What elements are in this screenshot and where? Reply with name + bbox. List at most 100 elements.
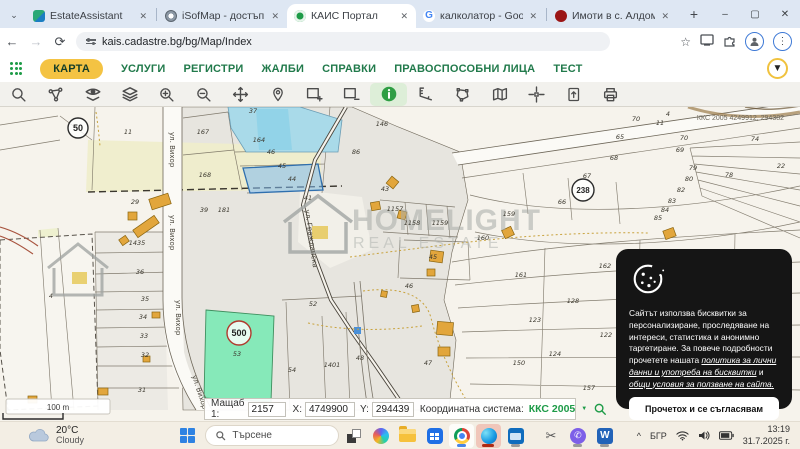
measure-length-icon[interactable] (407, 82, 444, 107)
map-search-icon[interactable] (593, 402, 607, 416)
close-window-button[interactable]: ✕ (770, 0, 800, 28)
start-button[interactable] (180, 428, 195, 443)
new-tab-button[interactable]: + (683, 3, 705, 25)
nav-karta[interactable]: КАРТА (40, 59, 103, 79)
crs-value[interactable]: ККС 2005 (529, 403, 576, 415)
battery-icon[interactable] (719, 431, 734, 440)
url-text: kais.cadastre.bg/bg/Map/Index (102, 36, 252, 48)
extensions-icon[interactable] (723, 34, 736, 50)
clock[interactable]: 13:19 31.7.2025 г. (743, 424, 790, 447)
date: 31.7.2025 г. (743, 436, 790, 447)
maximize-button[interactable]: ▢ (740, 0, 770, 28)
building (436, 321, 453, 335)
viber-button[interactable]: ✆ (565, 424, 590, 448)
file-explorer-button[interactable] (395, 424, 420, 448)
nav-registri[interactable]: РЕГИСТРИ (183, 63, 243, 75)
street-label: ул. Вихор (168, 215, 176, 251)
x-coordinate-input[interactable] (305, 402, 355, 417)
search-icon (215, 430, 226, 441)
snipping-tool-button[interactable]: ✂ (538, 424, 563, 448)
close-tab-icon[interactable]: ✕ (138, 11, 148, 22)
browser-tab-kais-active[interactable]: КАИС Портал ✕ (287, 4, 416, 28)
bookmark-star-icon[interactable]: ☆ (680, 35, 691, 49)
parcel-number: 48 (356, 354, 364, 362)
nav-test[interactable]: ТЕСТ (553, 63, 582, 75)
search-icon[interactable] (0, 82, 37, 107)
parcel-number: 160 (477, 234, 489, 242)
copilot-button[interactable] (368, 424, 393, 448)
x-label: X: (293, 404, 302, 415)
nav-spravki[interactable]: СПРАВКИ (322, 63, 376, 75)
close-tab-icon[interactable]: ✕ (270, 11, 280, 22)
map-area: HOMELIGHT REAL ESTATE 50238500 113716446… (0, 107, 800, 421)
close-tab-icon[interactable]: ✕ (528, 11, 538, 22)
address-bar-actions: ☆ ⋮ (680, 32, 800, 51)
url-field[interactable]: kais.cadastre.bg/bg/Map/Index (76, 32, 610, 51)
nav-zhalbi[interactable]: ЖАЛБИ (262, 63, 305, 75)
pan-icon[interactable] (222, 82, 259, 107)
site-settings-icon[interactable] (86, 39, 96, 44)
browser-tab-estateassistant[interactable]: EstateAssistant ✕ (26, 4, 155, 28)
parcel-number: 44 (288, 175, 296, 183)
browser-tab-imoti[interactable]: Имоти в с. Алдомировц ✕ (548, 4, 677, 28)
export-page-icon[interactable] (555, 82, 592, 107)
layers-icon[interactable] (111, 82, 148, 107)
edge-button[interactable] (476, 424, 501, 448)
cookie-accept-button[interactable]: Прочетох и се съгласявам (629, 397, 779, 420)
browser-tab-isofmap[interactable]: iSofMap - достъп до ци ✕ (158, 4, 287, 28)
word-button[interactable]: W (592, 424, 617, 448)
weather-widget[interactable]: 20°C Cloudy (28, 425, 84, 446)
microsoft-store-button[interactable] (422, 424, 447, 448)
scale-input[interactable] (248, 402, 286, 417)
select-rect-remove-icon[interactable] (333, 82, 370, 107)
close-tab-icon[interactable]: ✕ (399, 11, 409, 22)
share-screen-icon[interactable] (700, 34, 714, 49)
chrome-button[interactable] (449, 424, 474, 448)
apps-grid-icon[interactable] (10, 62, 22, 74)
location-pin-icon[interactable] (259, 82, 296, 107)
terms-link[interactable]: общи условия за ползване на сайта. (629, 379, 774, 389)
info-tool-icon[interactable] (370, 83, 407, 106)
parcel-number: 82 (677, 186, 685, 194)
profile-avatar[interactable] (745, 32, 764, 51)
zoom-out-icon[interactable] (185, 82, 222, 107)
tab-divider (546, 8, 547, 21)
back-icon[interactable]: ← (0, 34, 24, 49)
minimize-button[interactable]: – (710, 0, 740, 28)
wifi-icon[interactable] (676, 430, 689, 441)
scale-label: Мащаб 1: (211, 398, 245, 420)
language-indicator[interactable]: БГР (650, 431, 667, 441)
nav-pravosposobni-litsa[interactable]: ПРАВОСПОСОБНИ ЛИЦА (394, 63, 535, 75)
building (381, 291, 388, 298)
nav-uslugi[interactable]: УСЛУГИ (121, 63, 165, 75)
browser-tab-google[interactable]: калколатор - Google Тъ ✕ (416, 4, 545, 28)
parcel-number: 53 (233, 350, 241, 358)
crs-dropdown-icon[interactable]: ▼ (581, 406, 587, 412)
close-tab-icon[interactable]: ✕ (660, 11, 670, 22)
system-tray: ^ БГР 13:19 31.7.2025 г. (637, 424, 800, 447)
volume-icon[interactable] (698, 430, 710, 441)
route-network-icon[interactable] (37, 82, 74, 107)
parcel-number: 35 (141, 295, 149, 303)
task-view-button[interactable] (341, 424, 366, 448)
y-coordinate-input[interactable] (372, 402, 414, 417)
taskbar-search[interactable]: Търсене (205, 425, 339, 446)
download-circle-button[interactable]: ▼ (767, 58, 788, 79)
print-icon[interactable] (592, 82, 629, 107)
parcel-number: 22 (777, 162, 785, 170)
layers-visibility-icon[interactable] (74, 82, 111, 107)
select-rect-add-icon[interactable] (296, 82, 333, 107)
tray-expand-icon[interactable]: ^ (637, 431, 641, 441)
reload-icon[interactable]: ⟳ (48, 34, 72, 50)
outlook-button[interactable] (503, 424, 528, 448)
browser-menu-icon[interactable]: ⋮ (773, 32, 792, 51)
parcel-number: 70 (632, 115, 640, 123)
road-badge-label: 500 (231, 328, 246, 338)
tab-search-chevron-icon[interactable]: ⌄ (4, 5, 24, 25)
coordinates-crosshair-icon[interactable] (518, 82, 555, 107)
zoom-in-icon[interactable] (148, 82, 185, 107)
measure-area-icon[interactable] (444, 82, 481, 107)
parcel-number: 78 (725, 171, 733, 179)
map-sheets-icon[interactable] (481, 82, 518, 107)
red-dot-favicon-icon (555, 10, 567, 22)
